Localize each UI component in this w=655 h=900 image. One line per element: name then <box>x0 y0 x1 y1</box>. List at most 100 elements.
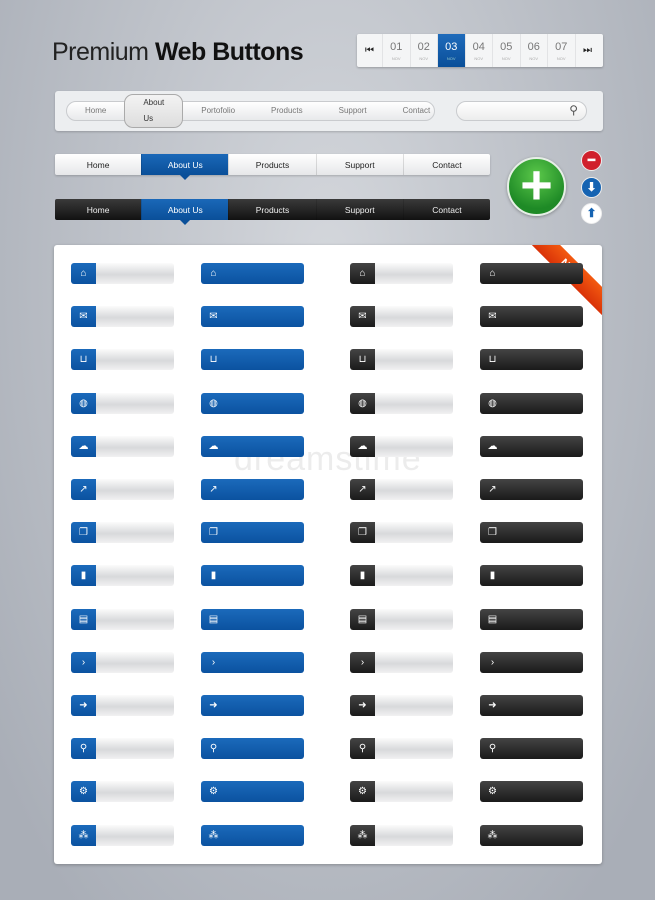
share-button[interactable]: ⁂ <box>350 824 453 846</box>
arrow-right-button[interactable]: ➜ <box>71 695 174 716</box>
mail-button[interactable]: ✉ <box>350 306 453 328</box>
chart-button[interactable]: ↗ <box>71 479 174 500</box>
windows-button[interactable]: ❐ <box>201 522 304 544</box>
globe-icon: ◍ <box>350 392 375 414</box>
tab-about-us[interactable]: About Us <box>141 154 229 180</box>
share-button[interactable]: ⁂ <box>71 824 174 846</box>
page-05[interactable]: 05 NOV <box>492 34 520 67</box>
gear-button[interactable]: ⚙ <box>350 781 453 803</box>
document-button[interactable]: ▮ <box>480 565 583 587</box>
cloud-button[interactable]: ☁ <box>201 435 304 457</box>
tab-products[interactable]: Products <box>228 199 315 220</box>
page-number: 03 <box>445 40 458 53</box>
mail-button[interactable]: ✉ <box>480 306 583 328</box>
basket-button[interactable]: ⊔ <box>71 349 174 371</box>
page-02[interactable]: 02 NOV <box>409 34 438 67</box>
chevron-right-button[interactable]: › <box>480 651 583 673</box>
document-button[interactable]: ▮ <box>350 565 453 587</box>
share-button[interactable]: ⁂ <box>201 824 304 846</box>
chart-button[interactable]: ↗ <box>480 479 583 500</box>
home-button[interactable]: ⌂ <box>350 263 453 284</box>
basket-icon: ⊔ <box>71 349 96 371</box>
chevron-right-button[interactable]: › <box>350 651 453 673</box>
document-button[interactable]: ▮ <box>201 565 304 587</box>
card-button[interactable]: ▤ <box>201 608 304 630</box>
search-icon: ⚲ <box>209 743 218 755</box>
tab-support[interactable]: Support <box>315 199 403 220</box>
home-button[interactable]: ⌂ <box>71 263 174 284</box>
cloud-button[interactable]: ☁ <box>350 435 453 457</box>
chevron-right-button[interactable]: › <box>201 651 304 673</box>
button-bar <box>375 695 453 716</box>
pill-item-portofolio[interactable]: Portofolio <box>183 103 253 119</box>
tab-contact[interactable]: Contact <box>402 199 490 220</box>
pill-item-about-us[interactable]: About Us <box>124 94 184 128</box>
mail-button[interactable]: ✉ <box>71 306 174 328</box>
gear-button[interactable]: ⚙ <box>71 781 174 803</box>
chart-button[interactable]: ↗ <box>350 479 453 500</box>
minus-icon: ━ <box>587 153 596 167</box>
up-button[interactable]: ⬆ <box>581 203 602 224</box>
search-button[interactable]: ⚲ <box>480 738 583 760</box>
gear-button[interactable]: ⚙ <box>201 781 304 803</box>
tab-products[interactable]: Products <box>228 154 315 175</box>
page-01[interactable]: 01 NOV <box>382 34 410 67</box>
search-button[interactable]: ⚲ <box>201 738 304 760</box>
chart-button[interactable]: ↗ <box>201 479 304 500</box>
page-04[interactable]: 04 NOV <box>464 34 493 67</box>
mail-button[interactable]: ✉ <box>201 306 304 328</box>
share-button[interactable]: ⁂ <box>480 824 583 846</box>
home-button[interactable]: ⌂ <box>201 263 304 284</box>
remove-button[interactable]: ━ <box>581 150 602 171</box>
basket-button[interactable]: ⊔ <box>201 349 304 371</box>
tab-home[interactable]: Home <box>55 199 141 220</box>
tab-contact[interactable]: Contact <box>402 154 490 175</box>
button-bar <box>226 436 304 457</box>
basket-button[interactable]: ⊔ <box>480 349 583 371</box>
cloud-button[interactable]: ☁ <box>480 435 583 457</box>
globe-button[interactable]: ◍ <box>480 392 583 414</box>
arrow-right-button[interactable]: ➜ <box>350 695 453 716</box>
search-button[interactable]: ⚲ <box>350 738 453 760</box>
tab-support[interactable]: Support <box>315 154 403 175</box>
pill-item-support[interactable]: Support <box>321 103 385 119</box>
globe-button[interactable]: ◍ <box>350 392 453 414</box>
windows-button[interactable]: ❐ <box>480 522 583 544</box>
tab-about-us[interactable]: About Us <box>141 199 229 225</box>
document-button[interactable]: ▮ <box>71 565 174 587</box>
page-03[interactable]: 03 NOV <box>437 34 465 67</box>
arrow-right-button[interactable]: ➜ <box>201 695 304 716</box>
pill-item-products[interactable]: Products <box>253 103 321 119</box>
arrow-right-button[interactable]: ➜ <box>480 695 583 716</box>
add-button[interactable]: + <box>507 157 566 216</box>
chevron-right-button[interactable]: › <box>71 651 174 673</box>
gear-button[interactable]: ⚙ <box>480 781 583 803</box>
search-input[interactable]: ⚲ <box>456 101 587 121</box>
pill-navbar: Home About Us Portofolio Products Support Con… <box>55 91 603 131</box>
home-button[interactable]: ⌂ <box>480 263 583 284</box>
search-icon: ⚲ <box>71 738 96 760</box>
pill-item-home[interactable]: Home <box>67 103 124 119</box>
last-page-icon[interactable]: ⏭ <box>574 34 600 67</box>
windows-button[interactable]: ❐ <box>71 522 174 544</box>
down-button[interactable]: ⬇ <box>581 177 602 198</box>
globe-icon: ◍ <box>209 397 218 409</box>
pill-item-contact[interactable]: Contact <box>385 103 449 119</box>
tab-home[interactable]: Home <box>55 154 141 175</box>
first-page-icon[interactable]: ⏮ <box>357 34 382 67</box>
basket-button[interactable]: ⊔ <box>350 349 453 371</box>
card-button[interactable]: ▤ <box>71 608 174 630</box>
button-bar <box>505 349 583 370</box>
card-button[interactable]: ▤ <box>480 608 583 630</box>
dark-tab-bar: Home About Us Products Support Contact <box>55 199 490 225</box>
page-06[interactable]: 06 NOV <box>519 34 548 67</box>
search-icon[interactable]: ⚲ <box>569 103 578 117</box>
search-button[interactable]: ⚲ <box>71 738 174 760</box>
cloud-button[interactable]: ☁ <box>71 435 174 457</box>
globe-button[interactable]: ◍ <box>201 392 304 414</box>
windows-button[interactable]: ❐ <box>350 522 453 544</box>
card-button[interactable]: ▤ <box>350 608 453 630</box>
page-07[interactable]: 07 NOV <box>547 34 575 67</box>
globe-button[interactable]: ◍ <box>71 392 174 414</box>
chart-icon: ↗ <box>209 484 218 495</box>
